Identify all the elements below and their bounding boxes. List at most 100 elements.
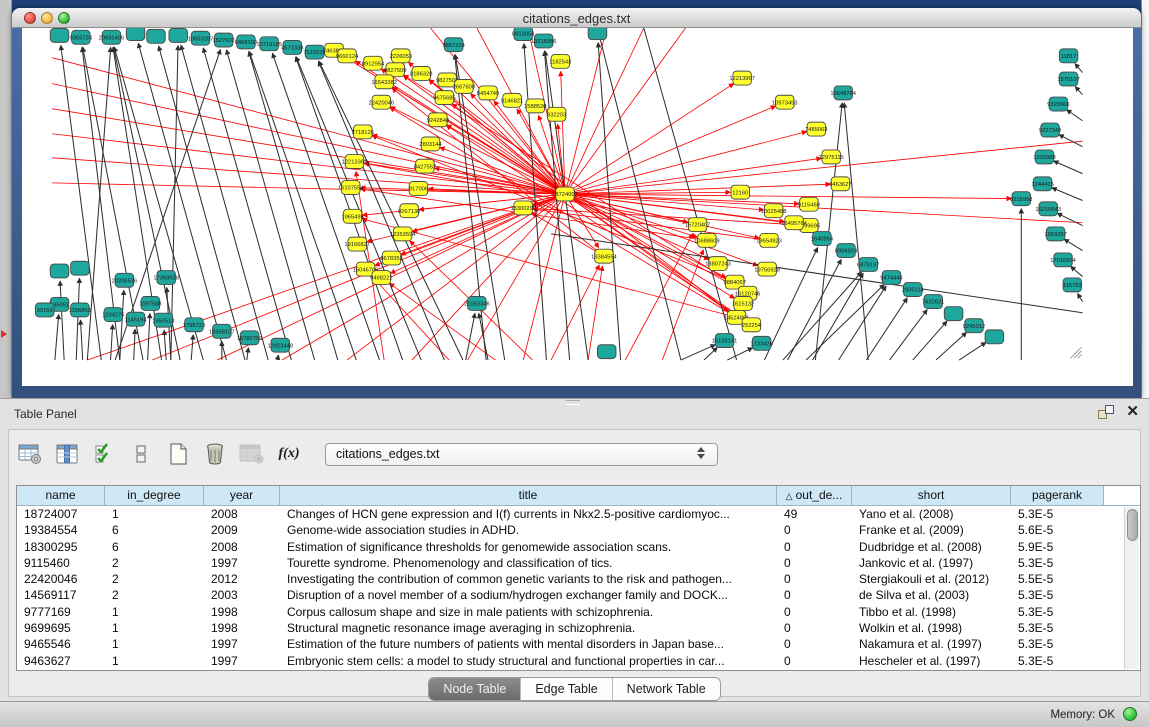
tab-edge-table[interactable]: Edge Table [521, 678, 612, 700]
table-row[interactable]: 946362711997Embryonic stem cells: a mode… [17, 653, 1140, 669]
graph-node[interactable]: 9146821 [501, 93, 523, 107]
function-builder-icon[interactable]: f(x) [276, 441, 302, 467]
graph-node[interactable]: 16648784 [830, 86, 856, 100]
graph-node[interactable]: 12975115 [819, 150, 844, 164]
graph-node[interactable]: 9242848 [427, 113, 449, 127]
graph-node[interactable]: 1569297 [1044, 227, 1066, 241]
graph-node[interactable]: 11817 [1059, 49, 1078, 63]
graph-node[interactable]: 8678352 [380, 251, 402, 265]
column-header-year[interactable]: year [204, 486, 280, 505]
graph-node[interactable]: 12213363 [342, 155, 368, 169]
graph-node[interactable]: 9329966 [1047, 97, 1069, 111]
graph-node[interactable]: 9675685 [433, 91, 455, 105]
graph-node[interactable]: 20206536 [112, 273, 138, 287]
graph-node[interactable]: 19218986 [531, 34, 557, 48]
graph-node[interactable]: 16543382 [371, 75, 397, 89]
new-table-icon[interactable] [165, 441, 191, 467]
graph-node[interactable]: 1182543 [549, 54, 571, 68]
graph-node[interactable]: 4671338 [281, 41, 303, 55]
column-header-title[interactable]: title [280, 486, 777, 505]
graph-node[interactable]: 1234275 [102, 308, 124, 322]
graph-node[interactable]: 1733426 [750, 336, 772, 350]
table-row[interactable]: 1830029562008Estimation of significance … [17, 539, 1140, 555]
graph-node[interactable]: 19654923 [756, 233, 782, 247]
float-window-icon[interactable] [1098, 405, 1114, 419]
graph-node[interactable] [597, 345, 616, 359]
table-settings-icon[interactable] [17, 441, 43, 467]
window-titlebar[interactable]: citations_edges.txt [12, 8, 1141, 28]
table-row[interactable]: 969969511998Structural magnetic resonanc… [17, 620, 1140, 636]
delete-icon[interactable] [202, 441, 228, 467]
graph-node[interactable]: 1350513 [152, 313, 174, 327]
table-row[interactable]: 977716911998Corpus callosum shape and si… [17, 604, 1140, 620]
column-header-short[interactable]: short [852, 486, 1011, 505]
graph-canvas[interactable]: 9355724206914061065328715276026466160107… [22, 28, 1133, 386]
close-icon[interactable]: ✕ [1126, 405, 1139, 419]
graph-node[interactable]: 10973493 [772, 95, 798, 109]
panel-resize-grip[interactable] [566, 400, 580, 405]
graph-node[interactable]: 9267130 [398, 204, 420, 218]
graph-node[interactable] [169, 28, 188, 42]
graph-node[interactable]: 1640954 [811, 232, 834, 246]
graph-node[interactable] [147, 29, 166, 43]
table-row[interactable]: 911546021997Tourette syndrome. Phenomeno… [17, 555, 1140, 571]
graph-node[interactable]: 1965495 [341, 209, 363, 223]
graph-node[interactable] [944, 307, 963, 321]
column-header-pagerank[interactable]: pagerank [1011, 486, 1104, 505]
vertical-scrollbar[interactable] [1124, 507, 1139, 669]
graph-node[interactable]: 10688609 [694, 233, 720, 247]
graph-node[interactable]: 1588520 [524, 99, 546, 113]
graph-node[interactable]: 22420046 [369, 95, 395, 109]
graph-node[interactable]: 116753 [1063, 278, 1082, 292]
graph-node[interactable]: 18300295 [510, 201, 536, 215]
graph-node[interactable]: 9115460 [798, 197, 820, 211]
graph-node[interactable]: 8186328 [410, 66, 432, 80]
graph-node[interactable]: 17016504 [1050, 253, 1076, 267]
graph-node[interactable] [50, 264, 69, 278]
graph-node[interactable]: 1145194 [125, 312, 148, 326]
graph-node[interactable]: 832203 [547, 107, 566, 121]
table-select-dropdown[interactable]: citations_edges.txt [325, 443, 718, 466]
graph-node[interactable]: 1575107 [1057, 72, 1079, 86]
graph-node[interactable]: 9474444 [880, 271, 903, 285]
table-row[interactable]: 1872400712008Changes of HCN gene express… [17, 506, 1140, 522]
column-header-name[interactable]: name [17, 486, 105, 505]
graph-node[interactable]: 2226053 [390, 49, 412, 63]
table-row[interactable]: 1938455462009Genome-wide association stu… [17, 522, 1140, 538]
graph-node[interactable]: 9660124 [336, 49, 359, 63]
graph-node[interactable]: 12213967 [729, 71, 755, 85]
graph-node[interactable]: 8958924 [835, 244, 858, 258]
graph-node[interactable]: 6466160 [235, 35, 257, 49]
graph-node[interactable]: 917006 [409, 181, 428, 195]
graph-node[interactable]: 1209388 [1033, 150, 1055, 164]
table-row[interactable]: 946554611997Estimation of the future num… [17, 636, 1140, 652]
graph-node[interactable]: 9355724 [70, 30, 93, 44]
column-header-out_degree[interactable]: △out_de... [777, 486, 852, 505]
graph-node[interactable]: 7632621 [922, 295, 944, 309]
graph-node[interactable]: 16107554 [338, 181, 364, 195]
tab-network-table[interactable]: Network Table [613, 678, 720, 700]
graph-node[interactable]: 16782759 [237, 331, 263, 345]
graph-node[interactable]: 10719185 [256, 37, 282, 51]
graph-node[interactable]: 18724007 [552, 187, 578, 201]
tab-node-table[interactable]: Node Table [429, 678, 521, 700]
graph-node[interactable]: 20691406 [99, 30, 125, 44]
table-row[interactable]: 2242004622012Investigating the contribut… [17, 571, 1140, 587]
graph-node[interactable]: 2667608 [453, 79, 475, 93]
graph-node[interactable]: 16958107 [209, 324, 235, 338]
graph-node[interactable]: 1156863 [69, 303, 91, 317]
graph-node[interactable]: 8454749 [477, 86, 499, 100]
table-row[interactable]: 1456911722003Disruption of a novel membe… [17, 587, 1140, 603]
graph-node[interactable]: 19166827 [344, 237, 370, 251]
graph-node[interactable]: 2718126 [352, 125, 374, 139]
graph-node[interactable]: 18807243 [705, 257, 731, 271]
graph-node[interactable]: 17359928 [153, 271, 179, 285]
graph-node[interactable]: 1097588 [139, 297, 161, 311]
graph-node[interactable]: 12923448 [267, 338, 293, 352]
memory-ok-indicator[interactable] [1123, 707, 1137, 721]
table-column-icon[interactable] [54, 441, 80, 467]
graph-node[interactable]: 9245012 [963, 319, 985, 333]
graph-node[interactable] [588, 28, 607, 40]
graph-node[interactable]: 15135141 [712, 334, 738, 348]
graph-node[interactable]: 9498222 [370, 271, 392, 285]
